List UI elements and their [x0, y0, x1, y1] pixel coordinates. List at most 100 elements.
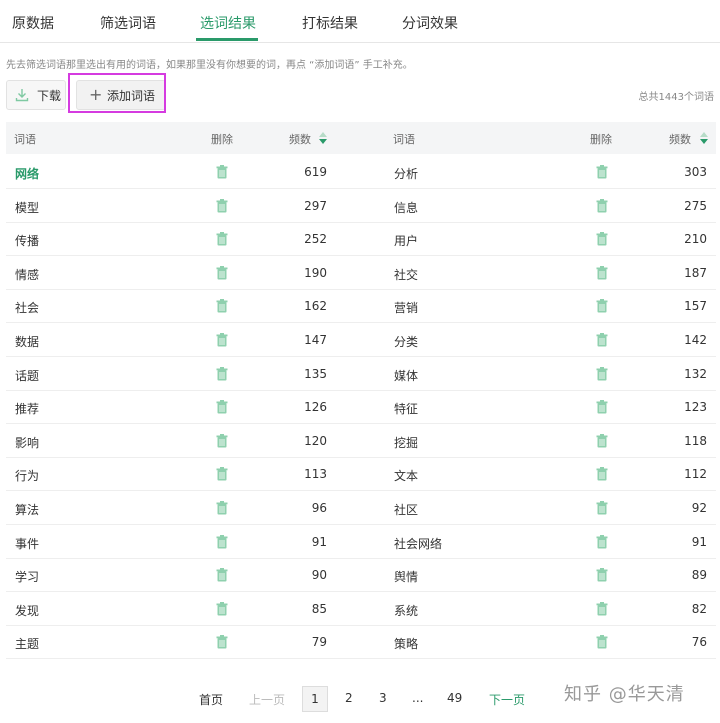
trash-icon[interactable]	[216, 433, 228, 448]
row-divider	[6, 221, 716, 223]
header-freq-right[interactable]: 频数	[669, 131, 691, 147]
frequency-right: 82	[691, 601, 707, 616]
header-freq-left[interactable]: 频数	[289, 131, 311, 147]
row-divider	[6, 490, 716, 492]
frequency-right: 210	[684, 232, 707, 247]
page-49[interactable]: 49	[447, 691, 462, 705]
word-left: 模型	[15, 200, 40, 215]
frequency-left: 162	[304, 299, 327, 314]
frequency-right: 157	[684, 299, 707, 314]
word-left: 传播	[15, 234, 40, 249]
row-divider	[6, 288, 716, 290]
trash-icon[interactable]	[596, 567, 608, 582]
frequency-right: 112	[684, 467, 707, 482]
trash-icon[interactable]	[596, 466, 608, 481]
row-divider	[6, 557, 716, 559]
frequency-left: 252	[304, 232, 327, 247]
tab-filter-words[interactable]: 筛选词语	[100, 13, 156, 33]
word-left: 网络	[15, 167, 40, 181]
highlight-box	[68, 73, 166, 113]
row-divider	[6, 188, 716, 189]
trash-icon[interactable]	[596, 433, 608, 448]
trash-icon[interactable]	[216, 500, 228, 515]
trash-icon[interactable]	[216, 298, 228, 313]
active-tab-indicator	[196, 38, 258, 41]
download-button[interactable]: 下载	[6, 80, 66, 110]
trash-icon[interactable]	[596, 265, 608, 280]
sort-icon[interactable]	[319, 132, 327, 144]
trash-icon[interactable]	[216, 466, 228, 481]
word-right: 用户	[394, 234, 419, 249]
trash-icon[interactable]	[596, 298, 608, 313]
trash-icon[interactable]	[596, 601, 608, 616]
row-divider	[6, 591, 716, 593]
tab-segmentation-effect[interactable]: 分词效果	[402, 13, 458, 33]
tab-selected-words[interactable]: 选词结果	[200, 13, 256, 33]
header-delete-right: 删除	[590, 133, 612, 146]
frequency-left: 85	[311, 601, 327, 616]
word-left: 行为	[15, 469, 40, 484]
frequency-right: 123	[684, 400, 707, 415]
row-divider	[6, 658, 716, 660]
frequency-left: 90	[311, 568, 327, 583]
trash-icon[interactable]	[596, 399, 608, 414]
word-right: 舆情	[394, 570, 419, 585]
trash-icon[interactable]	[596, 366, 608, 381]
frequency-right: 91	[691, 534, 707, 549]
trash-icon[interactable]	[596, 534, 608, 549]
trash-icon[interactable]	[596, 198, 608, 213]
instruction-text: 先去筛选词语那里选出有用的词语，如果那里没有你想要的词，再点 “添加词语” 手工…	[6, 60, 413, 71]
trash-icon[interactable]	[216, 231, 228, 246]
trash-icon[interactable]	[216, 198, 228, 213]
word-left: 学习	[15, 570, 40, 585]
trash-icon[interactable]	[216, 634, 228, 649]
trash-icon[interactable]	[216, 601, 228, 616]
frequency-left: 147	[304, 333, 327, 347]
row-divider	[6, 423, 716, 425]
word-right: 社交	[394, 267, 419, 282]
word-right: 系统	[394, 603, 419, 618]
sort-icon[interactable]	[700, 132, 708, 144]
table-header: 词语 删除 频数 词语 删除 频数	[6, 122, 716, 154]
frequency-left: 135	[304, 366, 327, 381]
word-right: 信息	[394, 200, 419, 215]
trash-icon[interactable]	[596, 231, 608, 246]
frequency-right: 187	[684, 265, 707, 280]
trash-icon[interactable]	[596, 164, 608, 179]
tab-tagging-results[interactable]: 打标结果	[302, 13, 358, 33]
trash-icon[interactable]	[216, 534, 228, 549]
word-right: 分析	[394, 167, 419, 181]
word-right: 挖掘	[394, 435, 419, 450]
trash-icon[interactable]	[596, 500, 608, 515]
trash-icon[interactable]	[216, 332, 228, 347]
word-right: 媒体	[394, 368, 419, 383]
trash-icon[interactable]	[216, 164, 228, 179]
frequency-left: 297	[304, 198, 327, 213]
trash-icon[interactable]	[216, 366, 228, 381]
trash-icon[interactable]	[216, 265, 228, 280]
frequency-right: 76	[691, 635, 707, 650]
trash-icon[interactable]	[596, 634, 608, 649]
row-divider	[6, 524, 716, 525]
frequency-left: 190	[304, 265, 327, 280]
frequency-right: 275	[684, 198, 707, 213]
word-left: 影响	[15, 435, 40, 450]
page-1[interactable]: 1	[302, 686, 328, 712]
word-left: 发现	[15, 603, 40, 618]
frequency-left: 113	[304, 467, 327, 482]
word-right: 社会网络	[394, 536, 443, 551]
frequency-left: 126	[304, 400, 327, 415]
trash-icon[interactable]	[216, 399, 228, 414]
row-divider	[6, 356, 716, 357]
trash-icon[interactable]	[216, 567, 228, 582]
row-divider	[6, 322, 716, 324]
tab-raw-data[interactable]: 原数据	[12, 13, 54, 33]
page-2[interactable]: 2	[345, 691, 353, 705]
first-page-link[interactable]: 首页	[199, 691, 223, 708]
next-page-link[interactable]: 下一页	[489, 691, 525, 708]
prev-page-link[interactable]: 上一页	[249, 691, 285, 708]
trash-icon[interactable]	[596, 332, 608, 347]
page-3[interactable]: 3	[379, 691, 387, 705]
frequency-left: 120	[304, 433, 327, 448]
download-icon	[15, 89, 29, 102]
